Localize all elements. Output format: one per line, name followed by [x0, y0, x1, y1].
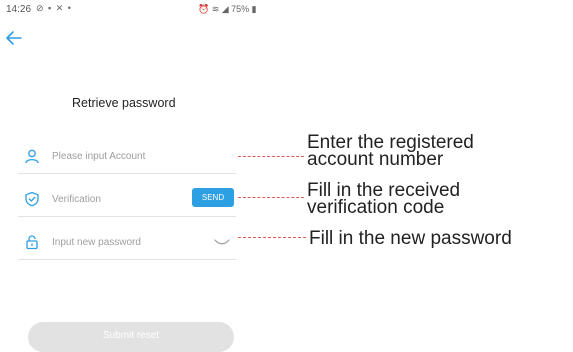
status-bar: 14:26 ⊘ ▪ ✕ • ⏰ ≋ ◢ 75% ▮ — [0, 0, 573, 24]
eye-closed-icon[interactable] — [214, 237, 230, 247]
new-password-field — [18, 229, 236, 260]
page-title: Retrieve password — [72, 96, 176, 110]
account-input[interactable] — [52, 146, 192, 166]
status-system-icons: ⏰ ≋ ◢ 75% ▮ — [198, 4, 257, 14]
annotation-line-password — [238, 237, 306, 238]
account-field — [18, 143, 236, 174]
annotation-line-verification — [238, 197, 304, 198]
annotation-line-account — [238, 156, 304, 157]
status-time: 14:26 — [6, 4, 32, 15]
send-code-button[interactable]: SEND — [192, 188, 234, 207]
new-password-input[interactable] — [52, 232, 192, 252]
submit-reset-button[interactable]: Submit reset — [28, 322, 234, 352]
lock-icon — [26, 235, 38, 250]
annotation-account-line2: account number — [307, 149, 444, 170]
verification-field: SEND — [18, 186, 236, 217]
back-arrow-icon[interactable] — [4, 28, 24, 48]
annotation-verification-line2: verification code — [307, 197, 445, 218]
user-icon — [25, 149, 39, 164]
verification-input[interactable] — [52, 189, 192, 209]
shield-check-icon — [25, 191, 39, 207]
status-notification-icons: ⊘ ▪ ✕ • — [36, 3, 72, 13]
annotation-password: Fill in the new password — [309, 228, 512, 249]
